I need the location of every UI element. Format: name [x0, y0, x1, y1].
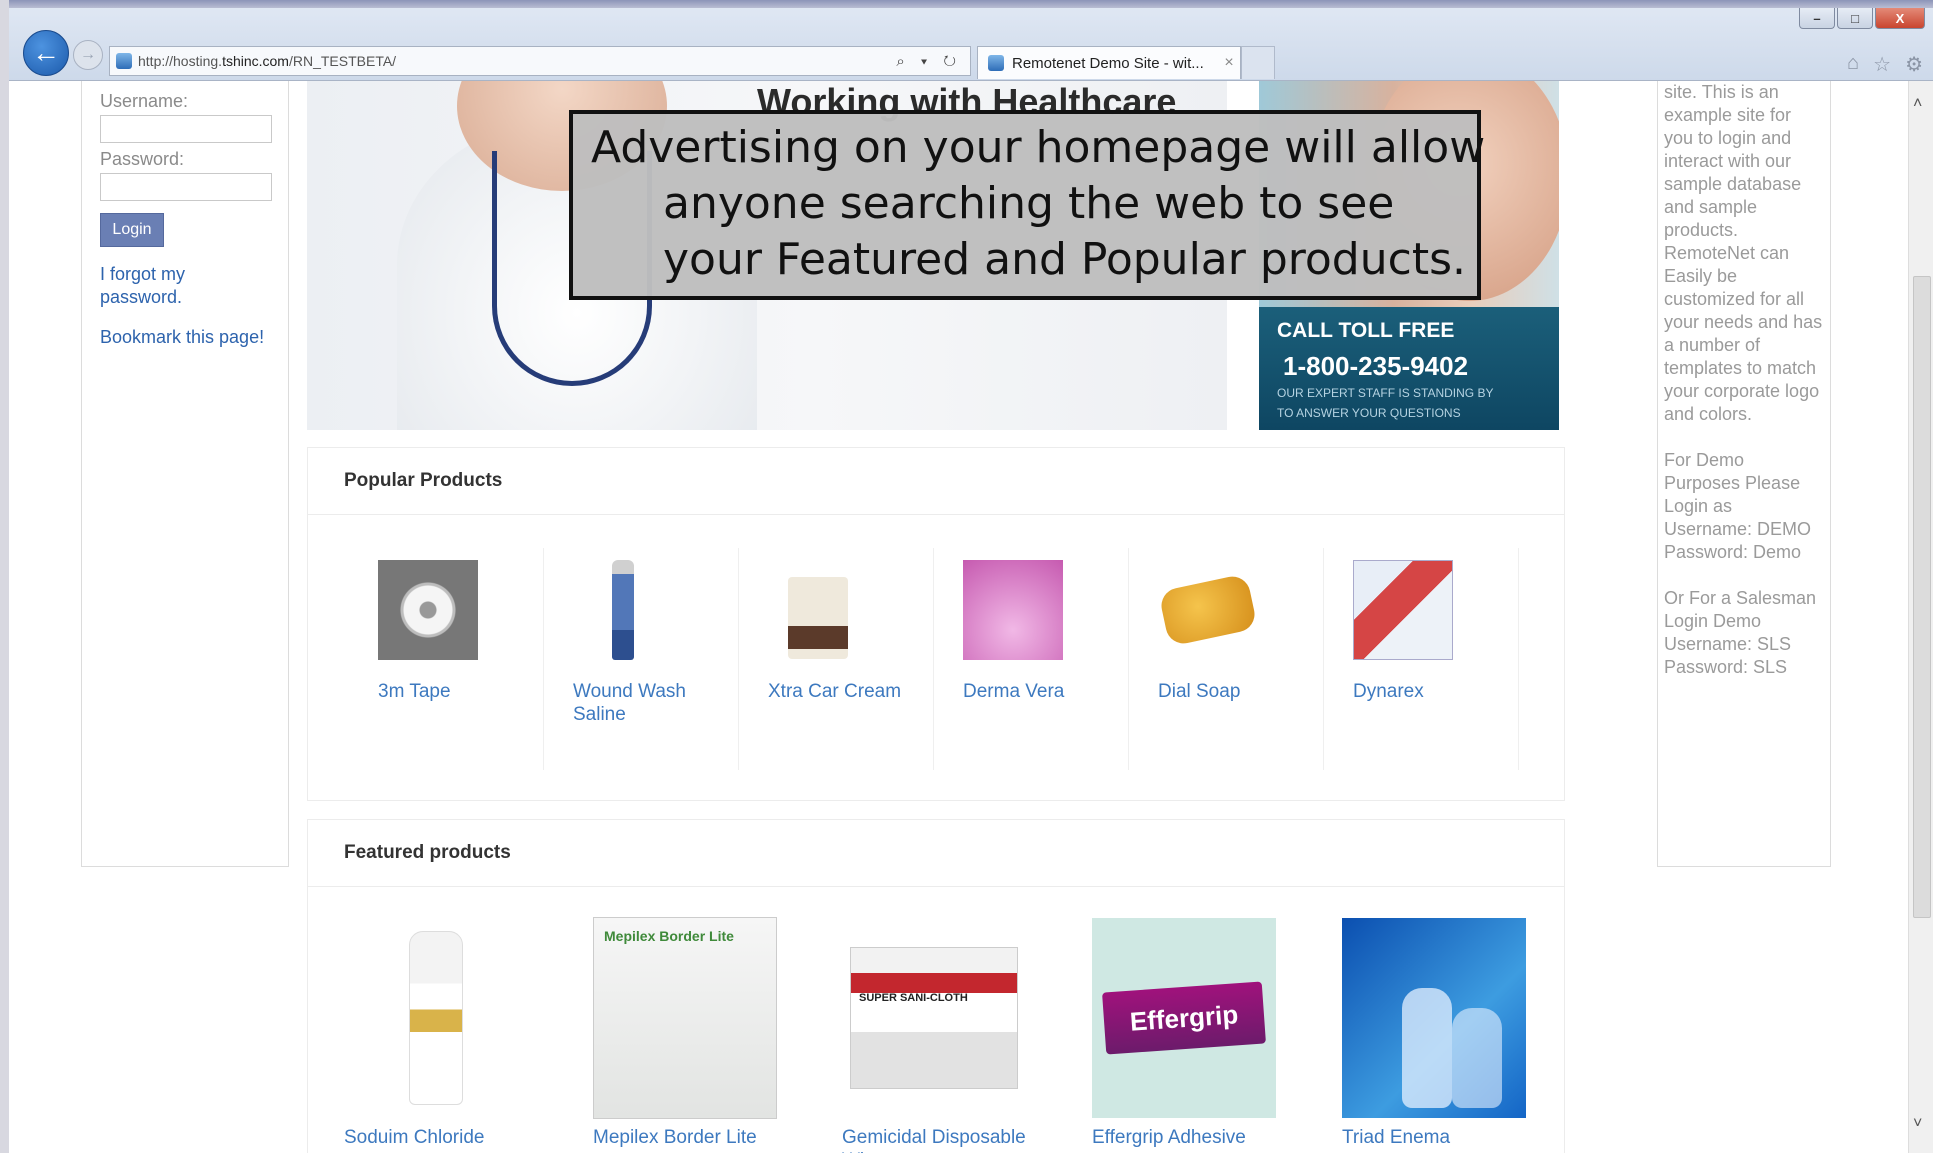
info-intro-text: site. This is an example site for you to…: [1664, 82, 1823, 424]
product-image[interactable]: [378, 560, 478, 660]
forward-icon[interactable]: →: [73, 40, 103, 70]
scroll-up-icon[interactable]: ˄: [1913, 95, 1922, 113]
username-input[interactable]: [100, 115, 272, 143]
featured-product-card[interactable]: Effergrip Effergrip Adhesive: [1092, 918, 1332, 1153]
wipe-package-label: SUPER SANI-CLOTH: [859, 992, 968, 1004]
password-label: Password:: [100, 149, 185, 169]
product-image[interactable]: Effergrip: [1092, 918, 1276, 1118]
section-divider: [308, 886, 1564, 887]
minimize-button[interactable]: –: [1799, 8, 1835, 29]
product-name[interactable]: Xtra Car Cream: [768, 680, 928, 703]
promo-phone: 1-800-235-9402: [1283, 351, 1469, 381]
gear-icon[interactable]: ⚙: [1905, 52, 1923, 77]
restore-button[interactable]: □: [1837, 8, 1873, 29]
slide-frame: – □ X ← → http://hosting.tshinc.com/RN_T…: [0, 0, 1933, 1153]
product-image[interactable]: [1158, 560, 1258, 660]
username-label: Username:: [100, 91, 189, 111]
promo-subtext: OUR EXPERT STAFF IS STANDING BY TO ANSWER…: [1277, 386, 1494, 420]
product-name[interactable]: Dynarex: [1353, 680, 1513, 703]
browser-tab[interactable]: Remotenet Demo Site - wit... ×: [977, 46, 1241, 79]
callout-line-2: anyone searching the web to see: [663, 178, 1395, 229]
product-image[interactable]: [1342, 918, 1526, 1118]
product-image[interactable]: [768, 560, 868, 660]
product-name[interactable]: Soduim Chloride: [344, 1126, 584, 1149]
tab-title: Remotenet Demo Site - wit...: [1012, 54, 1204, 72]
login-button[interactable]: Login: [100, 213, 164, 247]
popular-products-section: Popular Products 3m Tape Wound Wash Sali…: [307, 447, 1565, 801]
section-divider: [308, 514, 1564, 515]
product-image[interactable]: [1353, 560, 1453, 660]
product-card[interactable]: Derma Vera: [933, 548, 1129, 770]
product-name[interactable]: Wound Wash Saline: [573, 680, 733, 726]
demo-login-text: For Demo Purposes Please Login as Userna…: [1664, 450, 1812, 562]
callout-line-1: Advertising on your homepage will allow: [591, 122, 1486, 173]
info-panel: site. This is an example site for you to…: [1657, 81, 1831, 867]
search-refresh-icons[interactable]: ⌕ ▾ ↻: [896, 53, 970, 70]
bookmark-link[interactable]: Bookmark this page!: [100, 326, 264, 349]
salesman-login-text: Or For a Salesman Login Demo Username: S…: [1664, 588, 1817, 677]
effergrip-package-label: Effergrip: [1102, 981, 1266, 1055]
featured-product-card[interactable]: SUPER SANI-CLOTH Gemicidal Disposable Wi…: [842, 918, 1082, 1153]
scroll-down-icon[interactable]: ˅: [1913, 1115, 1922, 1133]
product-name[interactable]: Triad Enema: [1342, 1126, 1582, 1149]
password-input[interactable]: [100, 173, 272, 201]
star-icon[interactable]: ☆: [1873, 52, 1891, 77]
slide-left-border: [0, 0, 9, 1153]
slide-top-decoration: [0, 0, 1933, 8]
featured-product-card[interactable]: Mepilex Border Lite Mepilex Border Lite: [593, 917, 833, 1153]
featured-product-card[interactable]: Soduim Chloride: [344, 918, 584, 1153]
featured-products-section: Featured products Soduim Chloride Mepile…: [307, 819, 1565, 1153]
new-tab-button[interactable]: [1241, 46, 1275, 79]
product-image[interactable]: SUPER SANI-CLOTH: [842, 918, 1026, 1118]
product-name[interactable]: Mepilex Border Lite: [593, 1126, 833, 1149]
page-icon: [116, 53, 132, 69]
product-name[interactable]: Derma Vera: [963, 680, 1123, 703]
window-controls: – □ X: [1799, 8, 1925, 30]
callout-line-3: your Featured and Popular products.: [663, 234, 1466, 285]
address-bar[interactable]: http://hosting.tshinc.com/RN_TESTBETA/ ⌕…: [109, 46, 971, 76]
product-card[interactable]: Xtra Car Cream: [738, 548, 934, 770]
tab-favicon-icon: [988, 55, 1004, 71]
url-text[interactable]: http://hosting.tshinc.com/RN_TESTBETA/: [138, 53, 896, 69]
product-name[interactable]: Gemicidal Disposable Wipes: [842, 1126, 1082, 1153]
popular-products-title: Popular Products: [344, 470, 503, 491]
product-name[interactable]: 3m Tape: [378, 680, 538, 703]
close-window-button[interactable]: X: [1875, 8, 1925, 29]
product-image[interactable]: [344, 918, 528, 1118]
promo-call-text: CALL TOLL FREE: [1277, 319, 1455, 342]
home-icon[interactable]: ⌂: [1847, 52, 1859, 77]
product-image[interactable]: Mepilex Border Lite: [593, 917, 777, 1119]
featured-product-card[interactable]: Triad Enema: [1342, 918, 1582, 1153]
browser-toolbar: – □ X ← → http://hosting.tshinc.com/RN_T…: [9, 8, 1933, 81]
browser-right-icons: ⌂ ☆ ⚙: [1847, 52, 1923, 77]
product-card[interactable]: Dial Soap: [1128, 548, 1324, 770]
product-name[interactable]: Effergrip Adhesive: [1092, 1126, 1332, 1149]
scroll-thumb[interactable]: [1913, 276, 1931, 918]
mepilex-package-label: Mepilex Border Lite: [604, 928, 734, 944]
product-card[interactable]: 3m Tape: [348, 548, 544, 770]
forgot-password-link[interactable]: I forgot my password.: [100, 263, 210, 309]
product-card[interactable]: Wound Wash Saline: [543, 548, 739, 770]
annotation-callout: Advertising on your homepage will allow …: [569, 110, 1485, 300]
back-icon[interactable]: ←: [23, 30, 69, 76]
product-card[interactable]: Dynarex: [1323, 548, 1519, 770]
product-name[interactable]: Dial Soap: [1158, 680, 1318, 703]
login-panel: Username: Password: Login I forgot my pa…: [81, 81, 289, 867]
product-image[interactable]: [573, 560, 673, 660]
vertical-scrollbar[interactable]: ˄ ˅: [1908, 81, 1933, 1153]
tab-close-icon[interactable]: ×: [1218, 54, 1240, 72]
featured-products-title: Featured products: [344, 842, 511, 863]
product-image[interactable]: [963, 560, 1063, 660]
